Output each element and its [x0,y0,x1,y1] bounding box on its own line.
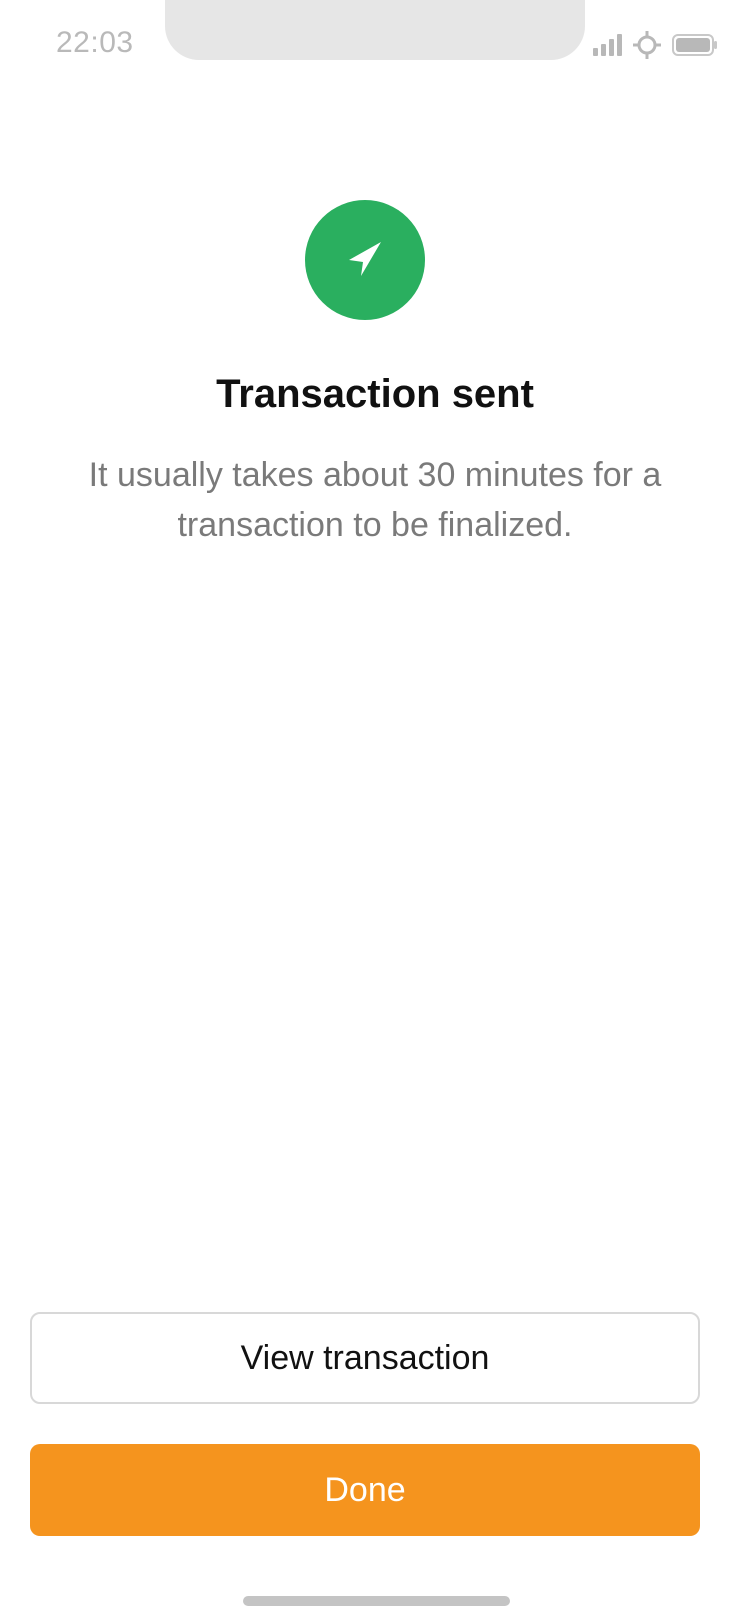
view-transaction-button[interactable]: View transaction [30,1312,700,1404]
send-icon [349,242,381,276]
page-subtitle: It usually takes about 30 minutes for a … [88,456,662,544]
status-bar: 22:03 [0,0,750,90]
status-icons [593,30,718,60]
signal-icon [593,34,622,56]
device-notch [165,0,585,60]
location-icon [632,30,662,60]
home-indicator[interactable] [243,1596,510,1606]
battery-icon [672,33,718,57]
send-badge [305,200,425,320]
status-time: 22:03 [56,26,134,59]
page-title: Transaction sent [216,372,534,416]
done-button[interactable]: Done [30,1444,700,1536]
